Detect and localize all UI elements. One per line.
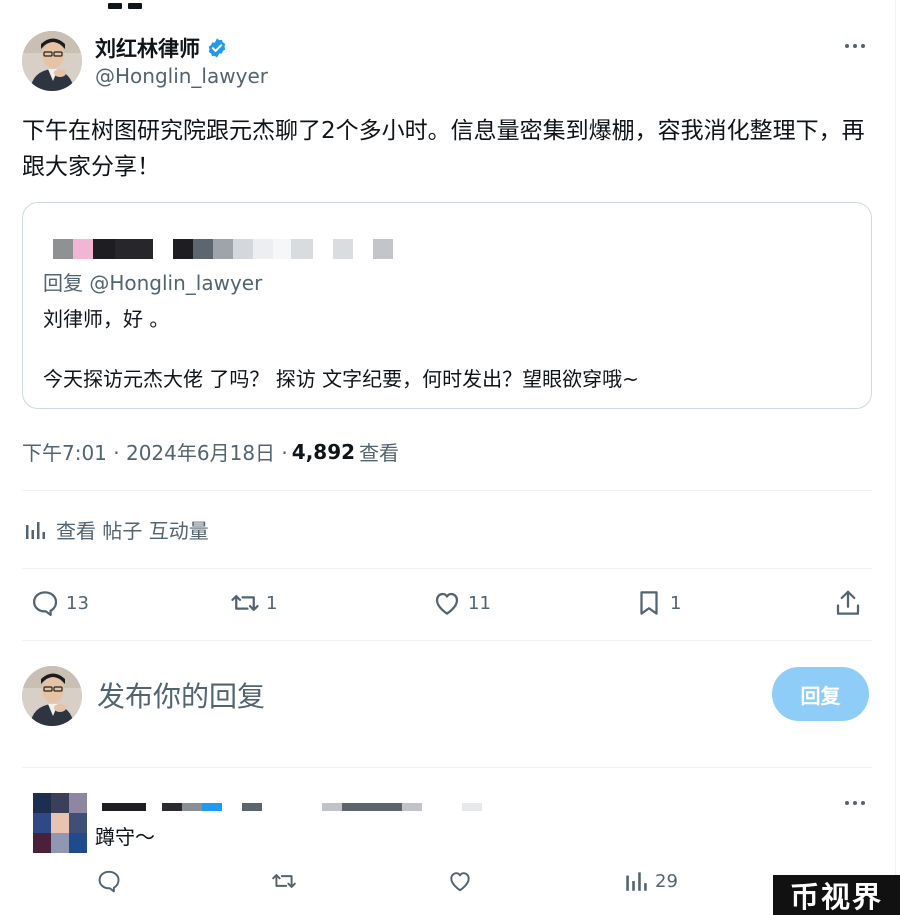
column-border (895, 0, 896, 915)
bookmark-icon (640, 591, 658, 615)
comment-text: 蹲守～ (95, 825, 155, 849)
comment-views-action[interactable]: 29 (623, 868, 678, 894)
heart-icon (450, 872, 470, 892)
comment-more-options-icon[interactable] (845, 793, 871, 813)
view-engagements-label: 查看 帖子 互动量 (56, 519, 209, 543)
retweet-icon (231, 595, 259, 611)
bookmark-action[interactable]: 1 (634, 588, 681, 618)
quoted-text-line-2: 今天探访元杰大佬 了吗？ 探访 文字纪要，何时发出？望眼欲穿哦~ (43, 367, 639, 391)
blurred-commenter-name (102, 803, 482, 811)
divider (22, 767, 872, 768)
divider (22, 490, 872, 491)
reply-icon (33, 591, 58, 616)
divider (22, 640, 872, 641)
reply-action[interactable]: 13 (30, 588, 89, 618)
comment-reply-action[interactable] (96, 868, 122, 894)
post-meta: 下午7:01 · 2024年6月18日 · 4,892 查看 (22, 437, 399, 466)
watermark-logo: 币视界 (773, 875, 900, 915)
author-name[interactable]: 刘红林律师 (95, 33, 228, 63)
comment-view-count: 29 (655, 870, 678, 892)
reply-count: 13 (66, 592, 89, 614)
commenter-avatar[interactable] (33, 793, 87, 855)
analytics-icon (26, 521, 45, 539)
post-timestamp[interactable]: 下午7:01 · 2024年6月18日 · (22, 437, 288, 466)
reply-icon (98, 870, 120, 893)
analytics-icon (626, 872, 647, 891)
bookmark-count: 1 (670, 592, 682, 614)
comment-like-action[interactable] (447, 868, 473, 894)
like-count: 11 (468, 592, 491, 614)
retweet-icon (272, 874, 296, 888)
more-options-icon[interactable] (845, 36, 871, 56)
verified-badge-icon (208, 38, 226, 58)
reply-input[interactable]: 发布你的回复 (97, 675, 265, 715)
author-avatar[interactable] (22, 31, 82, 91)
comment-retweet-action[interactable] (271, 868, 297, 894)
quoted-post-card[interactable]: 回复 @Honglin_lawyer 刘律师，好 。 今天探访元杰大佬 了吗？ … (22, 202, 872, 409)
quoted-text-line-1: 刘律师，好 。 (43, 307, 170, 331)
like-action[interactable]: 11 (432, 588, 491, 618)
retweet-action[interactable]: 1 (230, 588, 277, 618)
tweet-text: 下午在树图研究院跟元杰聊了2个多小时。信息量密集到爆棚，容我消化整理下，再跟大家… (22, 118, 865, 180)
view-count: 4,892 (291, 439, 356, 464)
reply-button[interactable]: 回复 (772, 667, 869, 721)
divider (22, 568, 872, 569)
author-handle[interactable]: @Honglin_lawyer (95, 64, 268, 88)
retweet-count: 1 (266, 592, 278, 614)
previous-post-fragment (108, 0, 148, 9)
heart-icon (435, 592, 459, 615)
view-engagements-link[interactable]: 查看 帖子 互动量 (24, 515, 209, 544)
share-action[interactable] (833, 588, 863, 618)
blurred-username (53, 239, 393, 259)
author-name-text[interactable]: 刘红林律师 (95, 33, 200, 63)
share-icon (836, 590, 860, 615)
reply-to-label[interactable]: 回复 @Honglin_lawyer (43, 267, 262, 296)
view-label: 查看 (359, 441, 400, 465)
current-user-avatar[interactable] (22, 666, 82, 726)
